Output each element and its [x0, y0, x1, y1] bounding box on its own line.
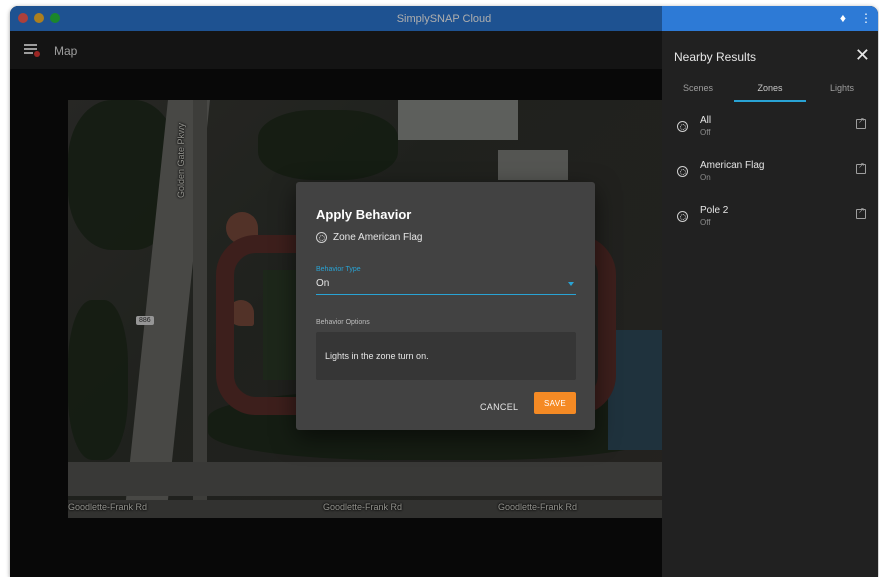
panel-title: Nearby Results [674, 50, 757, 64]
nearby-results-panel: Nearby Results ✕ Scenes Zones Lights All… [662, 31, 878, 577]
zone-icon [316, 232, 327, 243]
dialog-zone: Zone American Flag [316, 232, 423, 243]
panel-tabs: Scenes Zones Lights [662, 76, 878, 102]
tab-zones[interactable]: Zones [734, 76, 806, 102]
zone-name: All [700, 115, 712, 126]
behavior-type-select[interactable]: On [316, 276, 576, 295]
apply-behavior-dialog: Apply Behavior Zone American Flag Behavi… [296, 182, 595, 430]
open-in-new-icon[interactable] [856, 206, 866, 219]
save-button[interactable]: SAVE [534, 392, 576, 414]
dialog-title: Apply Behavior [316, 207, 412, 222]
close-icon[interactable]: ✕ [855, 45, 870, 65]
zone-icon [677, 211, 688, 222]
zone-state: Off [700, 128, 711, 137]
zone-icon [677, 121, 688, 132]
panel-header: Nearby Results ✕ [662, 31, 878, 81]
tab-scenes[interactable]: Scenes [662, 76, 734, 102]
zone-name: American Flag [700, 160, 765, 171]
behavior-options-box: Lights in the zone turn on. [316, 332, 576, 380]
titlebar-actions: ♦ ⋮ [840, 10, 872, 26]
zone-state: On [700, 173, 711, 182]
dialog-zone-label: Zone American Flag [333, 232, 423, 243]
behavior-type-label: Behavior Type [316, 266, 361, 273]
zone-name: Pole 2 [700, 205, 729, 216]
cancel-button[interactable]: CANCEL [476, 398, 522, 416]
more-vert-icon[interactable]: ⋮ [860, 10, 872, 26]
puzzle-icon[interactable]: ♦ [840, 10, 846, 26]
behavior-type-value: On [316, 278, 330, 289]
list-item[interactable]: American Flag On [662, 154, 878, 199]
list-item[interactable]: All Off [662, 109, 878, 154]
zone-list: All Off American Flag On Pole 2 Off [662, 109, 878, 244]
open-in-new-icon[interactable] [856, 161, 866, 174]
behavior-description: Lights in the zone turn on. [325, 351, 429, 361]
open-in-new-icon[interactable] [856, 116, 866, 129]
zone-icon [677, 166, 688, 177]
list-item[interactable]: Pole 2 Off [662, 199, 878, 244]
zone-state: Off [700, 218, 711, 227]
chevron-down-icon [568, 282, 574, 286]
behavior-options-label: Behavior Options [316, 319, 370, 326]
app-window: SimplySNAP Cloud ♦ ⋮ Map Golden Gate Pkw… [10, 6, 878, 577]
tab-lights[interactable]: Lights [806, 76, 878, 102]
